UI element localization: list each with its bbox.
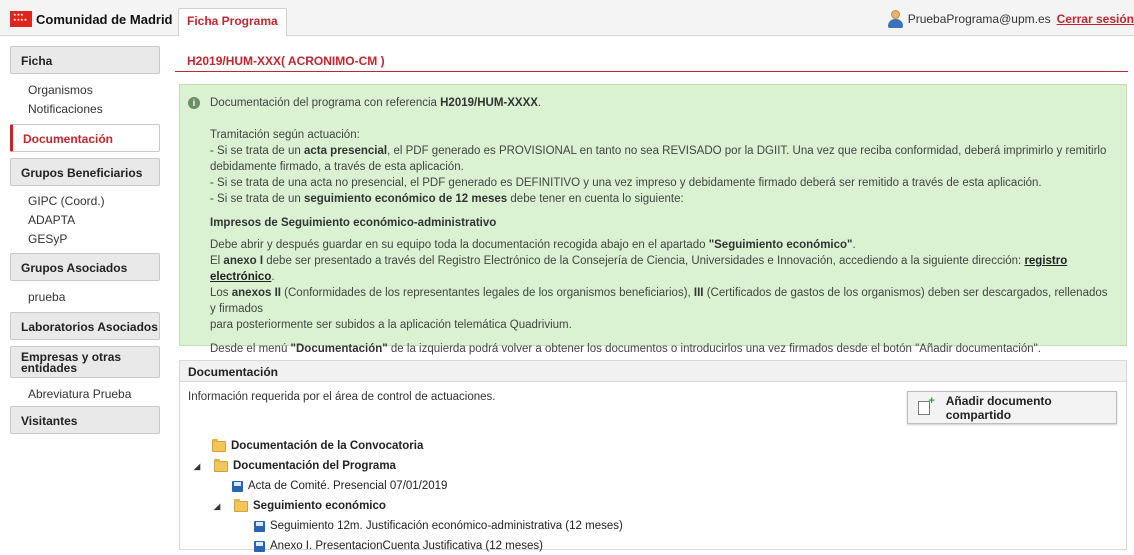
panel-title: Documentación	[180, 361, 1126, 382]
info-line-1: - Si se trata de un acta presencial, el …	[210, 145, 1107, 157]
sidebar-head-documentacion[interactable]: Documentación	[10, 124, 160, 152]
folder-icon	[234, 498, 248, 512]
tree-node-seguimiento-12m[interactable]: Seguimiento 12m. Justificación económico…	[254, 517, 623, 535]
info-line-3: - Si se trata de un seguimiento económic…	[210, 193, 684, 205]
sidebar-head-ficha[interactable]: Ficha	[10, 46, 160, 74]
sidebar-head-grupos-asociados[interactable]: Grupos Asociados	[10, 253, 160, 281]
tab-ficha-programa[interactable]: Ficha Programa	[178, 8, 287, 36]
brand-logo[interactable]: ★★★ ★★★★ Comunidad de Madrid	[10, 9, 173, 29]
add-shared-document-button[interactable]: Añadir documento compartido	[907, 391, 1117, 424]
sidebar-item-abreviatura[interactable]: Abreviatura Prueba	[10, 385, 160, 404]
user-area: PruebaPrograma@upm.es Cerrar sesión	[887, 10, 1134, 28]
documentation-panel: Documentación Información requerida por …	[179, 360, 1127, 552]
info-box: i Documentación del programa con referen…	[179, 84, 1127, 355]
page-title: H2019/HUM-XXX( ACRONIMO-CM )	[175, 52, 1128, 72]
info-tramitacion: Tramitación según actuación:	[210, 129, 360, 141]
empresas-line-2: entidades	[21, 361, 78, 375]
madrid-flag-icon: ★★★ ★★★★	[10, 11, 32, 27]
save-disk-icon	[254, 520, 265, 532]
info-para-3b: para posteriormente ser subidos a la apl…	[210, 319, 572, 331]
sidebar-head-visitantes[interactable]: Visitantes	[10, 406, 160, 434]
info-icon: i	[188, 97, 200, 109]
sidebar-item-adapta[interactable]: ADAPTA	[10, 211, 160, 230]
folder-icon	[214, 458, 228, 472]
expand-arrow-icon[interactable]: ◢	[194, 462, 204, 471]
user-email: PruebaPrograma@upm.es	[907, 12, 1051, 26]
brand-name: Comunidad de Madrid	[36, 11, 173, 27]
info-intro: Documentación del programa con referenci…	[210, 97, 542, 109]
sidebar-item-prueba[interactable]: prueba	[10, 288, 160, 307]
panel-subtitle: Información requerida por el área de con…	[188, 391, 496, 403]
logout-link[interactable]: Cerrar sesión	[1057, 12, 1134, 26]
info-para-1: Debe abrir y después guardar en su equip…	[210, 239, 856, 251]
tree-node-acta[interactable]: Acta de Comité. Presencial 07/01/2019	[232, 477, 447, 495]
expand-arrow-icon[interactable]: ◢	[214, 502, 224, 511]
sidebar-item-notificaciones[interactable]: Notificaciones	[10, 100, 160, 119]
info-para-3: Los anexos II (Conformidades de los repr…	[210, 287, 1108, 315]
save-disk-icon	[232, 480, 243, 492]
add-document-icon	[918, 395, 934, 415]
sidebar-head-empresas[interactable]: Empresas y otras entidades	[10, 346, 160, 378]
tree-node-programa[interactable]: ◢ Documentación del Programa	[194, 457, 396, 475]
info-line-2: - Si se trata de una acta no presencial,…	[210, 177, 1042, 189]
sidebar-item-gipc[interactable]: GIPC (Coord.)	[10, 192, 160, 211]
info-para-4: Desde el menú "Documentación" de la izqu…	[210, 343, 1041, 355]
sidebar-head-laboratorios[interactable]: Laboratorios Asociados	[10, 312, 160, 340]
info-para-2: El anexo I debe ser presentado a través …	[210, 255, 1068, 283]
info-impresos-heading: Impresos de Seguimiento económico-admini…	[210, 217, 497, 229]
folder-icon	[212, 438, 226, 452]
sidebar-item-gesyp[interactable]: GESyP	[10, 230, 160, 249]
tree-node-convocatoria[interactable]: Documentación de la Convocatoria	[212, 437, 423, 455]
tree-node-seguimiento[interactable]: ◢ Seguimiento económico	[214, 497, 386, 515]
info-line-1b: debidamente firmado, a través de esta ap…	[210, 161, 464, 173]
add-button-label: Añadir documento compartido	[945, 393, 1052, 422]
sidebar-item-organismos[interactable]: Organismos	[10, 81, 160, 100]
sidebar: Ficha Organismos Notificaciones Document…	[10, 46, 160, 434]
user-icon	[887, 10, 903, 28]
tree-node-anexo-1[interactable]: Anexo I. PresentacionCuenta Justificativ…	[254, 537, 543, 555]
sidebar-head-grupos-beneficiarios[interactable]: Grupos Beneficiarios	[10, 158, 160, 186]
top-bar: ★★★ ★★★★ Comunidad de Madrid Ficha Progr…	[0, 0, 1134, 36]
save-disk-icon	[254, 540, 265, 552]
